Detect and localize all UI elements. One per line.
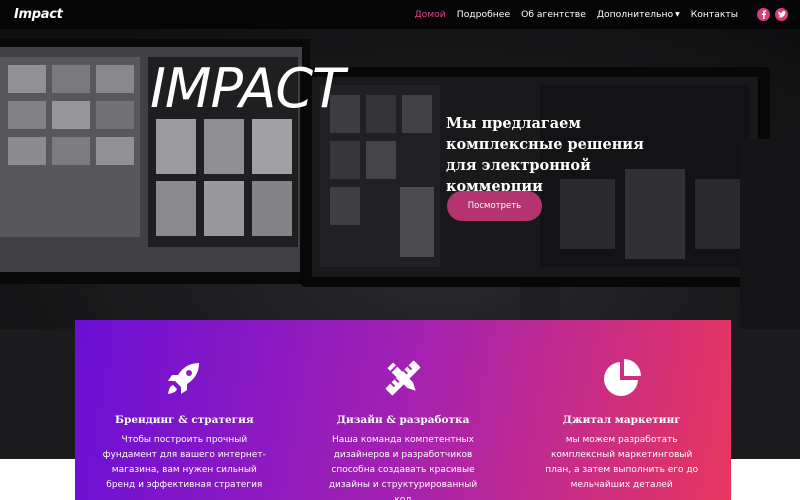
- hero-tagline: Мы предлагаем комплексные решения для эл…: [446, 115, 644, 195]
- navbar: Impact Домой Подробнее Об агентстве Допо…: [0, 0, 800, 29]
- caret-down-icon: ▼: [675, 11, 680, 18]
- hero-title: IMPACT: [150, 57, 345, 120]
- feature-title: Джитал маркетинг: [562, 414, 681, 426]
- rocket-icon: [168, 363, 200, 394]
- nav-item-more-dropdown[interactable]: Дополнительно ▼: [597, 9, 680, 20]
- feature-title: Дизайн & разработка: [336, 414, 470, 426]
- social-links: [752, 8, 788, 21]
- feature-title: Брендинг & стратегия: [115, 414, 254, 426]
- brand-logo[interactable]: Impact: [14, 7, 63, 22]
- features-panel: Брендинг & стратегия Чтобы построить про…: [75, 320, 731, 500]
- facebook-icon[interactable]: [757, 8, 770, 21]
- feature-description: Наша команда компетентных дизайнеров и р…: [328, 435, 478, 500]
- feature-branding: Брендинг & стратегия Чтобы построить про…: [75, 320, 294, 500]
- twitter-icon[interactable]: [775, 8, 788, 21]
- pencil-ruler-icon: [385, 360, 421, 396]
- feature-description: мы можем разработать комплексный маркети…: [545, 435, 699, 490]
- feature-marketing: Джитал маркетинг мы можем разработать ко…: [512, 320, 731, 500]
- nav-item-more-label: Дополнительно: [596, 9, 674, 20]
- nav-item-contacts[interactable]: Контакты: [691, 9, 738, 20]
- pie-chart-icon: [603, 359, 641, 396]
- nav-menu: Домой Подробнее Об агентстве Дополнитель…: [403, 8, 788, 21]
- nav-item-details[interactable]: Подробнее: [457, 9, 510, 20]
- nav-item-about[interactable]: Об агентстве: [521, 9, 586, 20]
- feature-design: Дизайн & разработка Наша команда компете…: [294, 320, 513, 500]
- nav-item-home[interactable]: Домой: [414, 9, 445, 20]
- view-button[interactable]: Посмотреть: [447, 191, 542, 221]
- feature-description: Чтобы построить прочный фундамент для ва…: [102, 435, 266, 490]
